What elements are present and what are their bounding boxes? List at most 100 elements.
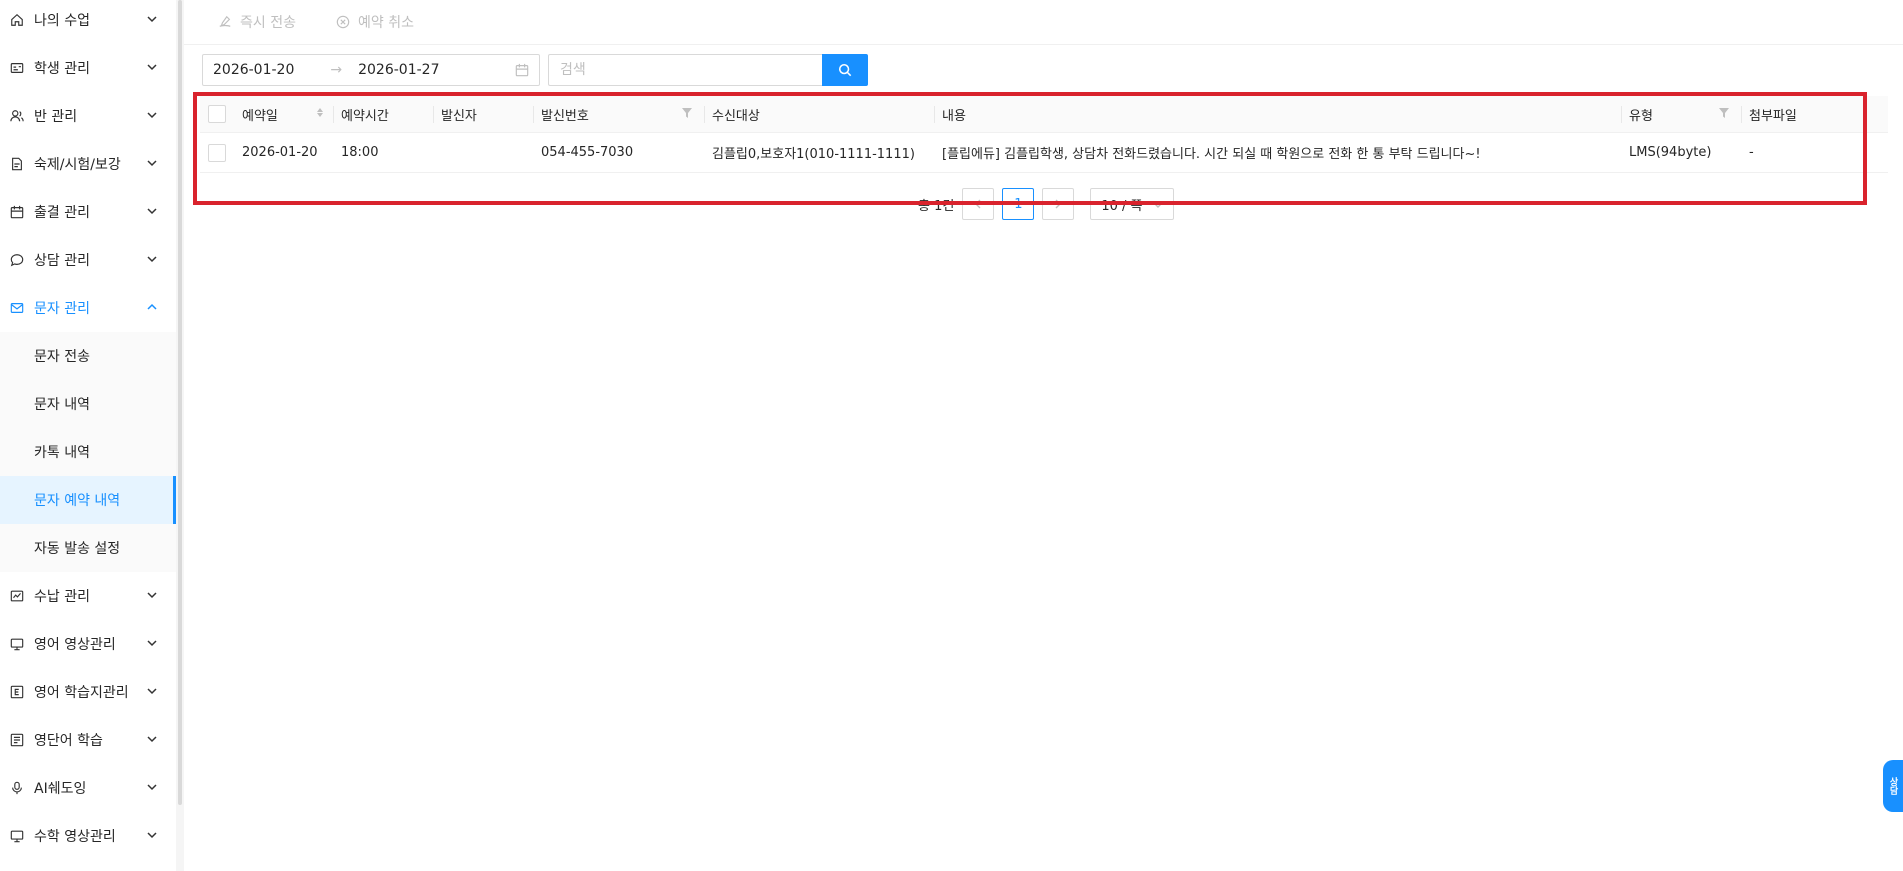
sidebar-item-label: 반 관리 bbox=[34, 109, 78, 125]
sidebar-item-label: 문자 관리 bbox=[34, 301, 90, 317]
sidebar-item-sms[interactable]: 문자 관리 bbox=[0, 284, 176, 332]
prev-page-button[interactable] bbox=[962, 188, 995, 220]
header-label: 유형 bbox=[1629, 108, 1653, 124]
row-checkbox[interactable] bbox=[208, 143, 226, 162]
sidebar-item-label: AI쉐도잉 bbox=[34, 781, 87, 797]
header-checkbox-cell bbox=[200, 96, 234, 132]
send-now-button[interactable]: 즉시 전송 bbox=[218, 12, 296, 32]
sidebar-item-ai-shadowing[interactable]: AI쉐도잉 bbox=[0, 764, 176, 812]
chevron-up-icon bbox=[147, 303, 157, 310]
sidebar-item-english-worksheet[interactable]: 영어 학습지관리 bbox=[0, 668, 176, 716]
home-icon bbox=[10, 13, 24, 27]
floating-button-label: 상담 bbox=[1887, 777, 1898, 795]
chevron-down-icon bbox=[147, 784, 157, 791]
sidebar-item-counseling[interactable]: 상담 관리 bbox=[0, 236, 176, 284]
chevron-down-icon bbox=[147, 112, 157, 119]
search-button[interactable] bbox=[822, 54, 868, 86]
cancel-reservation-button[interactable]: 예약 취소 bbox=[336, 12, 414, 32]
close-circle-icon bbox=[336, 15, 350, 29]
cell-attachment: - bbox=[1749, 145, 1754, 160]
book-icon bbox=[10, 733, 24, 747]
sidebar-item-math-video[interactable]: 수학 영상관리 bbox=[0, 812, 176, 860]
page-size-select[interactable]: 10 / 쪽 bbox=[1090, 188, 1175, 220]
chevron-left-icon bbox=[975, 199, 981, 209]
header-label: 발신자 bbox=[441, 108, 477, 124]
sidebar-item-homework[interactable]: 숙제/시험/보강 bbox=[0, 140, 176, 188]
sort-icon[interactable] bbox=[317, 108, 323, 117]
sidebar-item-attendance[interactable]: 출결 관리 bbox=[0, 188, 176, 236]
sidebar-item-label: 나의 수업 bbox=[34, 13, 90, 29]
toolbar: 즉시 전송 예약 취소 bbox=[184, 0, 1903, 45]
sidebar-item-sms-reservations[interactable]: 문자 예약 내역 bbox=[0, 476, 176, 524]
chevron-down-icon bbox=[147, 736, 157, 743]
filters: 2026-01-20 → 2026-01-27 bbox=[202, 54, 868, 86]
sidebar-item-label: 영어 영상관리 bbox=[34, 637, 116, 653]
sidebar-item-label: 영어 학습지관리 bbox=[34, 685, 129, 701]
cell-content: [플립에듀] 김플립학생, 상담차 전화드렸습니다. 시간 되실 때 학원으로 … bbox=[942, 147, 1481, 162]
users-icon bbox=[10, 109, 24, 123]
chat-icon bbox=[10, 253, 24, 267]
row-checkbox-cell bbox=[200, 133, 234, 172]
cell-type: LMS(94byte) bbox=[1629, 145, 1712, 160]
header-date[interactable]: 예약일 bbox=[234, 96, 333, 132]
chevron-down-icon bbox=[147, 256, 157, 263]
scrollbar-thumb[interactable] bbox=[178, 0, 182, 805]
mail-icon bbox=[10, 301, 24, 315]
floating-consult-button[interactable]: 상담 bbox=[1883, 760, 1903, 812]
sidebar-item-auto-send-settings[interactable]: 자동 발송 설정 bbox=[0, 524, 176, 572]
cell-sender-number: 054-455-7030 bbox=[541, 145, 634, 160]
table-header: 예약일 예약시간 발신자 발신번호 수신대상 내용 유형 첨부파일 bbox=[200, 96, 1888, 133]
chevron-down-icon bbox=[147, 64, 157, 71]
header-content: 내용 bbox=[934, 96, 1621, 132]
sidebar-item-payments[interactable]: 수납 관리 bbox=[0, 572, 176, 620]
chevron-down-icon bbox=[147, 640, 157, 647]
header-type: 유형 bbox=[1621, 96, 1741, 132]
calendar-icon bbox=[515, 63, 529, 77]
cell-sender bbox=[433, 133, 533, 172]
calendar-icon bbox=[10, 205, 24, 219]
chevron-down-icon bbox=[147, 832, 157, 839]
sidebar-item-label: 영단어 학습 bbox=[34, 733, 103, 749]
sidebar-item-sms-history[interactable]: 문자 내역 bbox=[0, 380, 176, 428]
chevron-down-icon bbox=[147, 592, 157, 599]
sidebar: 나의 수업 학생 관리 반 관리 숙제/시험/보강 출결 관리 상담 관리 문자… bbox=[0, 0, 176, 871]
end-date[interactable]: 2026-01-27 bbox=[358, 62, 439, 78]
filter-icon[interactable] bbox=[682, 108, 692, 118]
sidebar-item-kakao-history[interactable]: 카톡 내역 bbox=[0, 428, 176, 476]
search-input[interactable] bbox=[548, 54, 822, 86]
chevron-down-icon bbox=[147, 16, 157, 23]
chevron-right-icon bbox=[1055, 199, 1062, 209]
sidebar-item-label: 수납 관리 bbox=[34, 589, 90, 605]
date-range-picker[interactable]: 2026-01-20 → 2026-01-27 bbox=[202, 54, 540, 86]
main-content: 즉시 전송 예약 취소 2026-01-20 → 2026-01-27 예약일 bbox=[184, 0, 1903, 871]
next-page-button[interactable] bbox=[1042, 188, 1075, 220]
sidebar-item-label: 상담 관리 bbox=[34, 253, 90, 269]
header-attachment: 첨부파일 bbox=[1741, 96, 1888, 132]
filter-icon[interactable] bbox=[1719, 108, 1729, 118]
chevron-down-icon bbox=[147, 160, 157, 167]
start-date[interactable]: 2026-01-20 bbox=[213, 62, 294, 78]
header-label: 발신번호 bbox=[541, 108, 589, 124]
sidebar-item-classes[interactable]: 반 관리 bbox=[0, 92, 176, 140]
cell-recipient: 김플립0,보호자1(010-1111-1111) bbox=[712, 147, 915, 162]
document-icon bbox=[10, 157, 24, 171]
reservation-table: 예약일 예약시간 발신자 발신번호 수신대상 내용 유형 첨부파일 2026-0… bbox=[200, 96, 1888, 173]
header-time: 예약시간 bbox=[333, 96, 433, 132]
search-group bbox=[548, 54, 868, 86]
sidebar-item-sms-send[interactable]: 문자 전송 bbox=[0, 332, 176, 380]
monitor-icon bbox=[10, 637, 24, 651]
sidebar-item-label: 수학 영상관리 bbox=[34, 829, 116, 845]
sidebar-scrollbar[interactable] bbox=[176, 0, 184, 871]
table-row[interactable]: 2026-01-20 18:00 054-455-7030 김플립0,보호자1(… bbox=[200, 133, 1888, 173]
page-button-current[interactable]: 1 bbox=[1002, 188, 1035, 220]
sidebar-item-my-class[interactable]: 나의 수업 bbox=[0, 0, 176, 44]
sidebar-item-vocabulary[interactable]: 영단어 학습 bbox=[0, 716, 176, 764]
page-size-value: 10 / 쪽 bbox=[1101, 198, 1143, 214]
header-label: 예약일 bbox=[242, 108, 278, 124]
monitor-icon bbox=[10, 829, 24, 843]
sidebar-item-english-video[interactable]: 영어 영상관리 bbox=[0, 620, 176, 668]
header-label: 수신대상 bbox=[712, 108, 760, 124]
header-label: 내용 bbox=[942, 108, 966, 124]
sidebar-item-students[interactable]: 학생 관리 bbox=[0, 44, 176, 92]
select-all-checkbox[interactable] bbox=[208, 105, 226, 123]
